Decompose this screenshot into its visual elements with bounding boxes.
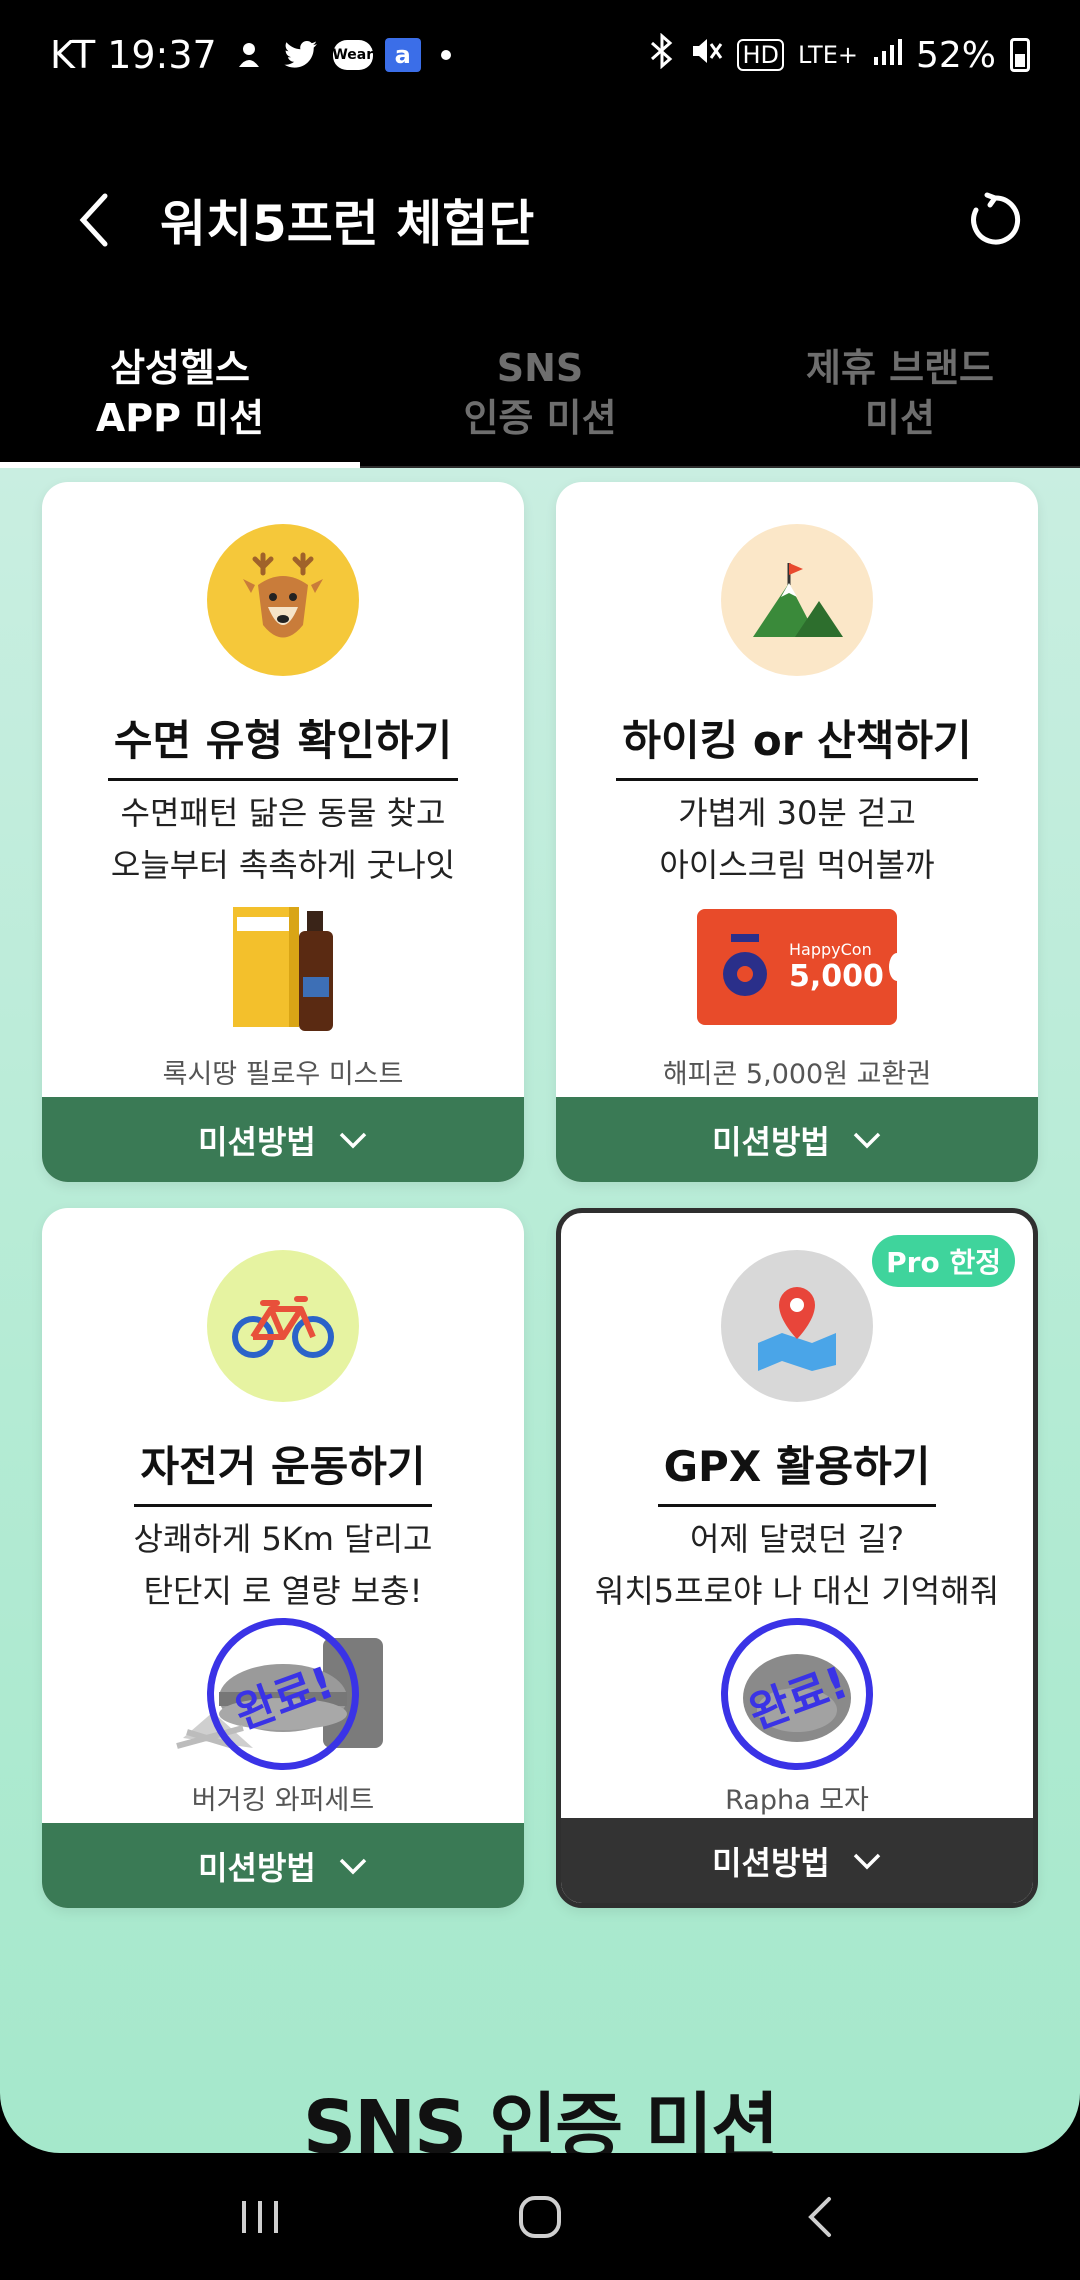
notification-icon [229,35,269,75]
recent-apps-icon [242,2200,278,2233]
voucher-amount: 5,000 [789,959,884,994]
carrier-label: KT [50,33,96,77]
back-button[interactable] [55,180,135,260]
app-bar: 워치5프런 체험단 [0,150,1080,290]
card-description: 어제 달렸던 길? 워치5프로야 나 대신 기억해줘 [594,1520,1000,1610]
app-a-icon: a [384,38,421,72]
prize-name: 버거킹 와퍼세트 [191,1785,375,1816]
battery-percent: 52% [915,34,996,76]
mission-card-gpx: Pro 한정 GPX 활용하기 어제 달렸던 길? 워치5프로야 나 대신 기억… [556,1208,1038,1908]
tab-label-line1: 제휴 브랜드 [805,346,995,390]
mission-card-sleep: 수면 유형 확인하기 수면패턴 닮은 동물 찾고 오늘부터 촉촉하게 굿나잇 록… [42,482,524,1182]
mountain-icon [721,524,873,676]
bicycle-icon [207,1250,359,1402]
map-pin-icon [721,1250,873,1402]
tab-label-line2: APP 미션 [95,396,265,440]
system-nav-bar [0,2153,1080,2280]
card-description: 상쾌하게 5Km 달리고 탄단지 로 열량 보충! [133,1520,433,1610]
card-title: GPX 활용하기 [561,1433,1033,1507]
tab-label-line2: 미션 [865,396,935,440]
mission-card-hiking: 하이킹 or 산책하기 가볍게 30분 걷고 아이스크림 먹어볼까 HappyC… [556,482,1038,1182]
more-notifications-dot [440,50,451,60]
status-right: HD LTE+ 52% [649,32,1030,78]
happycon-logo-icon [723,934,767,996]
time-label: 19:37 [107,33,217,77]
mission-tabs: 삼성헬스 APP 미션 SNS 인증 미션 제휴 브랜드 미션 [0,320,1080,468]
home-icon [519,2195,561,2238]
pillow-mist-image [233,907,333,1031]
status-bar: KT 19:37 Wear a HD LTE+ 52% [0,0,1080,110]
back-icon [808,2196,831,2237]
voucher-brand: HappyCon [789,940,872,959]
refresh-button[interactable] [955,180,1035,260]
tab-samsung-health-mission[interactable]: 삼성헬스 APP 미션 [0,320,360,468]
prize-image [42,892,524,1042]
deer-icon [207,524,359,676]
tab-label-line1: SNS [496,346,584,390]
bluetooth-icon [649,32,675,78]
prize-name: 해피콘 5,000원 교환권 [662,1059,932,1090]
status-left: KT 19:37 Wear a [50,33,451,77]
lte-icon: LTE+ [797,41,858,69]
nav-back-button[interactable] [780,2177,860,2257]
battery-icon [1010,38,1030,72]
mute-icon [689,34,723,77]
chevron-down-icon [339,1858,367,1874]
page-title: 워치5프런 체험단 [160,195,535,253]
mission-card-bicycle: 자전거 운동하기 상쾌하게 5Km 달리고 탄단지 로 열량 보충! 완료! 버… [42,1208,524,1908]
tab-sns-mission[interactable]: SNS 인증 미션 [360,320,720,466]
refresh-icon [971,192,1021,245]
wear-icon: Wear [332,40,373,70]
card-title: 자전거 운동하기 [42,1433,524,1507]
card-description: 수면패턴 닮은 동물 찾고 오늘부터 촉촉하게 굿나잇 [110,794,456,884]
chevron-down-icon [853,1132,881,1148]
tab-label-line1: 삼성헬스 [110,346,250,390]
section-heading-sns: SNS 인증 미션 [302,2085,779,2153]
card-title: 수면 유형 확인하기 [42,707,524,781]
mission-method-button[interactable]: 미션방법 [561,1818,1033,1903]
chevron-down-icon [339,1132,367,1148]
hd-icon: HD [737,39,784,71]
mission-method-button[interactable]: 미션방법 [42,1823,524,1908]
home-button[interactable] [500,2177,580,2257]
prize-name: 록시땅 필로우 미스트 [162,1059,404,1090]
twitter-icon [281,35,321,75]
prize-name: Rapha 모자 [725,1785,869,1816]
mission-content: 수면 유형 확인하기 수면패턴 닮은 동물 찾고 오늘부터 촉촉하게 굿나잇 록… [0,468,1080,2153]
pro-only-badge: Pro 한정 [872,1235,1015,1287]
mission-method-button[interactable]: 미션방법 [556,1097,1038,1182]
signal-icon [872,35,902,76]
chevron-left-icon [79,193,108,247]
prize-image: HappyCon 5,000 [556,892,1038,1042]
card-description: 가볍게 30분 걷고 아이스크림 먹어볼까 [659,794,935,884]
mission-method-button[interactable]: 미션방법 [42,1097,524,1182]
tab-partner-brand-mission[interactable]: 제휴 브랜드 미션 [720,320,1080,466]
card-title: 하이킹 or 산책하기 [556,707,1038,781]
recent-apps-button[interactable] [220,2177,300,2257]
chevron-down-icon [853,1853,881,1869]
tab-label-line2: 인증 미션 [463,396,617,440]
happycon-voucher-image: HappyCon 5,000 [697,909,905,1025]
